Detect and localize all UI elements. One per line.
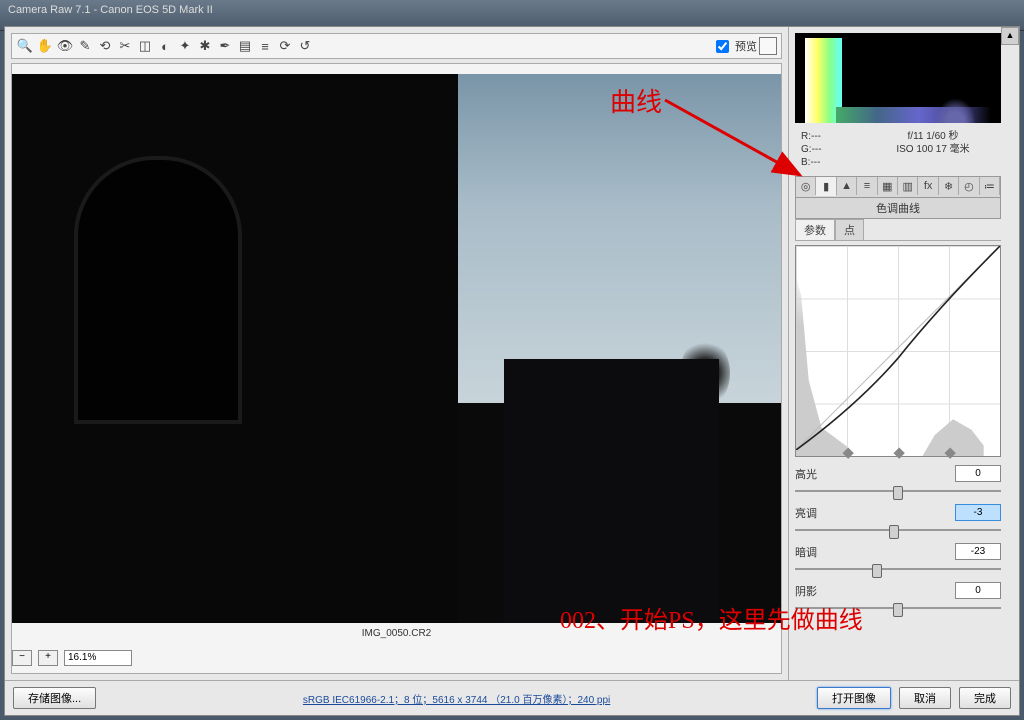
panel-tab-2[interactable]: ▲: [837, 177, 857, 195]
meta-g-label: G:: [801, 144, 812, 155]
filename-label: IMG_0050.CR2: [12, 625, 781, 643]
zoom-in-button[interactable]: +: [38, 650, 58, 666]
preview-toggle[interactable]: 预览: [712, 37, 757, 56]
open-image-button[interactable]: 打开图像: [817, 687, 891, 709]
app-window: Camera Raw 7.1 - Canon EOS 5D Mark II 🔍✋…: [0, 0, 1024, 720]
tone-curve-editor[interactable]: [795, 245, 1001, 457]
tool-7[interactable]: ◐: [156, 37, 174, 55]
tool-6[interactable]: ◫: [136, 37, 154, 55]
slider-track[interactable]: [795, 562, 1001, 576]
parametric-sliders: 高光 0 亮调 -3 暗调 -23 阴影 0: [795, 465, 1001, 621]
meta-g-value: ---: [812, 144, 822, 155]
slider-thumb[interactable]: [889, 525, 899, 539]
slider-row-高光: 高光 0: [795, 465, 1001, 482]
slider-thumb[interactable]: [893, 486, 903, 500]
slider-track[interactable]: [795, 523, 1001, 537]
curve-region-handles: [796, 452, 1000, 462]
panel-tab-4[interactable]: ▦: [878, 177, 898, 195]
histogram-highlights: [935, 98, 976, 123]
meta-exposure-2: ISO 100 17 毫米: [871, 143, 995, 156]
photo-arch: [74, 156, 242, 424]
right-panel: ▲ R:--- G:--- B:--- f/11 1/60 秒: [788, 27, 1019, 680]
tool-2[interactable]: 👁: [56, 37, 74, 55]
tool-11[interactable]: ▤: [236, 37, 254, 55]
fullscreen-icon[interactable]: [759, 37, 777, 55]
tool-10[interactable]: ✒: [216, 37, 234, 55]
scroll-up-icon[interactable]: ▲: [1001, 27, 1019, 45]
panel-tab-8[interactable]: ◴: [959, 177, 979, 195]
panel-tab-6[interactable]: fx: [918, 177, 938, 195]
meta-r-label: R:: [801, 131, 811, 142]
subtab-参数[interactable]: 参数: [795, 219, 835, 240]
curve-svg: [796, 246, 1000, 450]
tool-14[interactable]: ↺: [296, 37, 314, 55]
tool-5[interactable]: ✂: [116, 37, 134, 55]
preview-label: 预览: [735, 38, 757, 54]
exposure-metadata: R:--- G:--- B:--- f/11 1/60 秒 ISO 100 17…: [795, 127, 1001, 172]
slider-value-input[interactable]: -3: [955, 504, 1001, 521]
slider-label: 暗调: [795, 544, 835, 560]
panel-title: 色调曲线: [795, 198, 1001, 219]
panel-tab-9[interactable]: ≔: [980, 177, 1000, 195]
tool-12[interactable]: ≡: [256, 37, 274, 55]
slider-row-亮调: 亮调 -3: [795, 504, 1001, 521]
tool-9[interactable]: ✱: [196, 37, 214, 55]
zoom-controls: − + 16.1%: [12, 649, 132, 667]
histogram[interactable]: [795, 33, 1001, 123]
slider-value-input[interactable]: 0: [955, 582, 1001, 599]
meta-exposure-1: f/11 1/60 秒: [871, 130, 995, 143]
meta-r-value: ---: [811, 131, 821, 142]
curve-subtabs: 参数点: [795, 219, 1001, 241]
panel-tab-0[interactable]: ◎: [796, 177, 816, 195]
tool-4[interactable]: ⟲: [96, 37, 114, 55]
slider-label: 阴影: [795, 583, 835, 599]
tool-8[interactable]: ✦: [176, 37, 194, 55]
panel-tab-7[interactable]: ❄: [939, 177, 959, 195]
panel-tab-1[interactable]: ▮: [816, 177, 836, 196]
slider-value-input[interactable]: -23: [955, 543, 1001, 560]
subtab-点[interactable]: 点: [835, 219, 864, 240]
content-area: 🔍✋👁✎⟲✂◫◐✦✱✒▤≡⟳↺ 预览: [5, 27, 1019, 680]
zoom-out-button[interactable]: −: [12, 650, 32, 666]
panel-tab-5[interactable]: ▥: [898, 177, 918, 195]
tool-13[interactable]: ⟳: [276, 37, 294, 55]
panel-tab-3[interactable]: ≡: [857, 177, 877, 195]
photo-preview: [12, 74, 781, 623]
slider-row-暗调: 暗调 -23: [795, 543, 1001, 560]
photo-building-right: [504, 359, 719, 623]
slider-label: 亮调: [795, 505, 835, 521]
tool-0[interactable]: 🔍: [16, 37, 34, 55]
workflow-options-link[interactable]: sRGB IEC61966-2.1；8 位；5616 x 3744 （21.0 …: [104, 691, 809, 706]
preview-checkbox[interactable]: [716, 40, 729, 53]
image-canvas[interactable]: IMG_0050.CR2 − + 16.1%: [11, 63, 782, 674]
footer-bar: 存储图像... sRGB IEC61966-2.1；8 位；5616 x 374…: [5, 680, 1019, 715]
zoom-value[interactable]: 16.1%: [64, 650, 132, 666]
cancel-button[interactable]: 取消: [899, 687, 951, 709]
slider-label: 高光: [795, 466, 835, 482]
slider-value-input[interactable]: 0: [955, 465, 1001, 482]
slider-thumb[interactable]: [893, 603, 903, 617]
tool-1[interactable]: ✋: [36, 37, 54, 55]
slider-track[interactable]: [795, 484, 1001, 498]
main-toolbar: 🔍✋👁✎⟲✂◫◐✦✱✒▤≡⟳↺ 预览: [11, 33, 782, 59]
meta-b-value: ---: [810, 157, 820, 168]
save-image-button[interactable]: 存储图像...: [13, 687, 96, 709]
window-title: Camera Raw 7.1 - Canon EOS 5D Mark II: [8, 4, 213, 16]
app-body: 🔍✋👁✎⟲✂◫◐✦✱✒▤≡⟳↺ 预览: [4, 26, 1020, 716]
slider-row-阴影: 阴影 0: [795, 582, 1001, 599]
done-button[interactable]: 完成: [959, 687, 1011, 709]
tool-3[interactable]: ✎: [76, 37, 94, 55]
adjustment-panel-tabs: ◎▮▲≡▦▥fx❄◴≔: [795, 176, 1001, 198]
left-pane: 🔍✋👁✎⟲✂◫◐✦✱✒▤≡⟳↺ 预览: [5, 27, 788, 680]
slider-thumb[interactable]: [872, 564, 882, 578]
slider-track[interactable]: [795, 601, 1001, 615]
